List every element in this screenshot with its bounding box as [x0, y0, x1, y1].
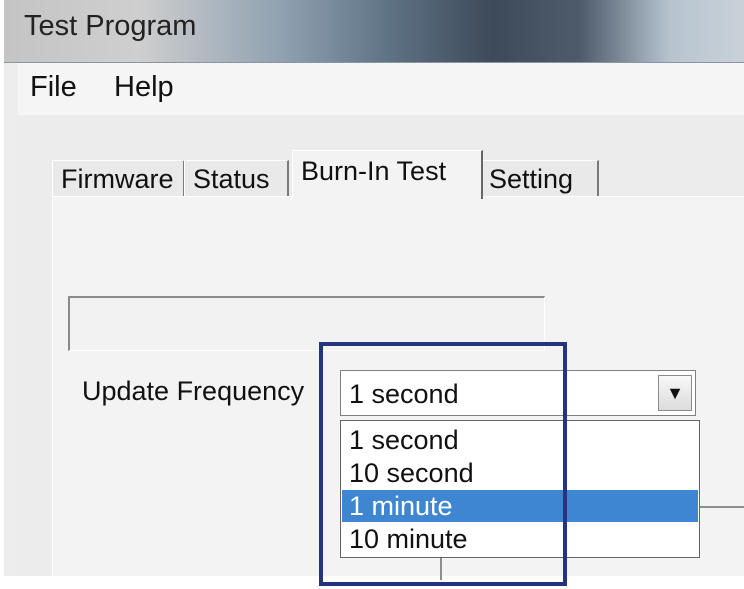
title-bar: Test Program [4, 0, 744, 63]
option-10-second[interactable]: 10 second [342, 457, 698, 489]
tab-status[interactable]: Status [184, 160, 289, 197]
selected-value: 1 second [349, 379, 459, 409]
window-title: Test Program [24, 10, 197, 42]
tab-label: Burn-In Test [301, 156, 447, 186]
tab-label: Firmware [61, 164, 174, 194]
frequency-dropdown-list: 1 second 10 second 1 minute 10 minute [340, 420, 700, 558]
update-frequency-select[interactable]: 1 second ▼ [340, 370, 696, 416]
tab-label: Status [193, 164, 270, 194]
menu-file[interactable]: File [30, 71, 77, 104]
status-display-box [68, 296, 545, 351]
option-10-minute[interactable]: 10 minute [342, 523, 698, 555]
groupbox-border-line [440, 558, 442, 580]
update-frequency-label: Update Frequency [82, 376, 305, 406]
tab-firmware[interactable]: Firmware [52, 160, 185, 197]
menu-bar: File Help [18, 63, 744, 115]
option-1-minute[interactable]: 1 minute [342, 490, 698, 522]
chevron-down-icon[interactable]: ▼ [658, 375, 692, 411]
groupbox-border-line [700, 506, 744, 508]
menu-help[interactable]: Help [114, 71, 174, 104]
tab-burn-in-test[interactable]: Burn-In Test [292, 150, 483, 199]
option-1-second[interactable]: 1 second [342, 424, 698, 456]
tab-label: Setting [489, 164, 574, 194]
tab-setting[interactable]: Setting [480, 160, 599, 197]
